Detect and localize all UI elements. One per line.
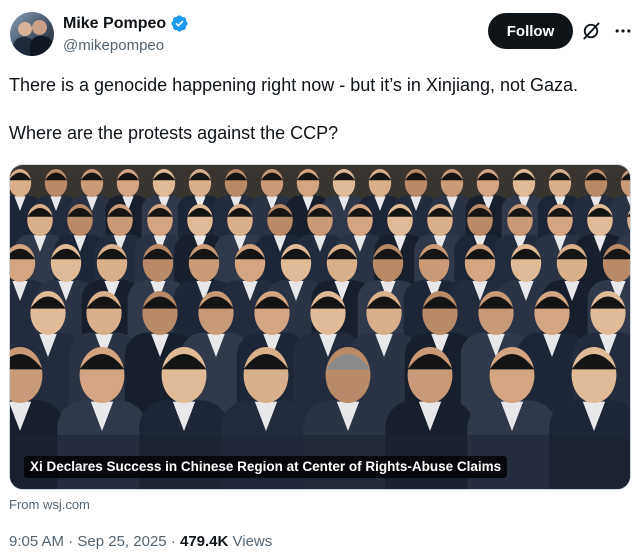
separator: · <box>64 533 78 550</box>
tweet-header: Mike Pompeo @mikepompeo Follow <box>8 10 634 58</box>
tweet-text: There is a genocide happening right now … <box>9 73 629 145</box>
more-options-icon[interactable] <box>613 21 633 41</box>
follow-button[interactable]: Follow <box>488 13 573 49</box>
tweet-date[interactable]: Sep 25, 2025 <box>77 533 166 550</box>
grok-icon[interactable] <box>581 21 601 41</box>
tweet-time[interactable]: 9:05 AM <box>9 533 64 550</box>
views-count: 479.4K <box>179 533 229 550</box>
tweet-line-2: Where are the protests against the CCP? <box>9 123 339 143</box>
avatar[interactable] <box>10 12 54 56</box>
verified-badge-icon <box>171 15 188 32</box>
article-headline: Xi Declares Success in Chinese Region at… <box>24 456 508 478</box>
handle[interactable]: @mikepompeo <box>63 37 164 54</box>
separator: · <box>166 533 180 550</box>
link-card-image[interactable]: Xi Declares Success in Chinese Region at… <box>9 164 631 490</box>
views-label: Views <box>228 533 273 550</box>
display-name[interactable]: Mike Pompeo <box>63 15 166 33</box>
tweet-meta: 9:05 AM · Sep 25, 2025 · 479.4K Views <box>9 533 272 550</box>
name-row: Mike Pompeo <box>63 14 189 33</box>
crowd-photo <box>10 165 630 489</box>
link-source[interactable]: From wsj.com <box>9 497 90 512</box>
tweet-line-1: There is a genocide happening right now … <box>9 75 579 95</box>
